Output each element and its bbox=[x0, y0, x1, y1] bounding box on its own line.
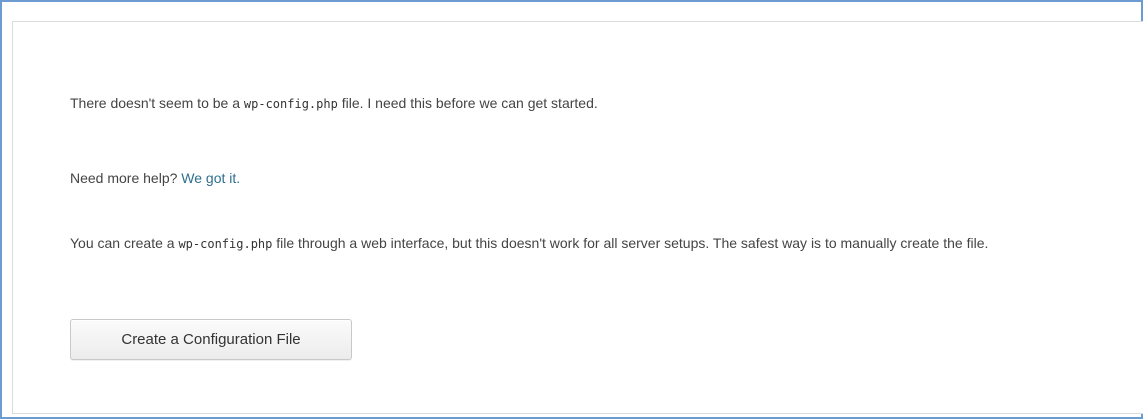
create-config-file-button[interactable]: Create a Configuration File bbox=[70, 319, 352, 360]
config-filename: wp-config.php bbox=[243, 97, 338, 111]
missing-config-message: There doesn't seem to be a wp-config.php… bbox=[70, 91, 598, 116]
config-filename-inline: wp-config.php bbox=[178, 237, 273, 251]
screenshot-frame: There doesn't seem to be a wp-config.php… bbox=[0, 0, 1143, 419]
setup-panel: There doesn't seem to be a wp-config.php… bbox=[12, 21, 1143, 414]
help-prefix: Need more help? bbox=[70, 170, 182, 186]
help-line: Need more help? We got it. bbox=[70, 166, 240, 190]
help-link[interactable]: We got it. bbox=[181, 170, 240, 186]
missing-config-suffix: file. I need this before we can get star… bbox=[337, 95, 598, 111]
instructions-prefix: You can create a bbox=[70, 235, 179, 251]
instructions-suffix: file through a web interface, but this d… bbox=[272, 235, 989, 251]
instructions-text: You can create a wp-config.php file thro… bbox=[70, 231, 1070, 256]
missing-config-prefix: There doesn't seem to be a bbox=[70, 95, 244, 111]
